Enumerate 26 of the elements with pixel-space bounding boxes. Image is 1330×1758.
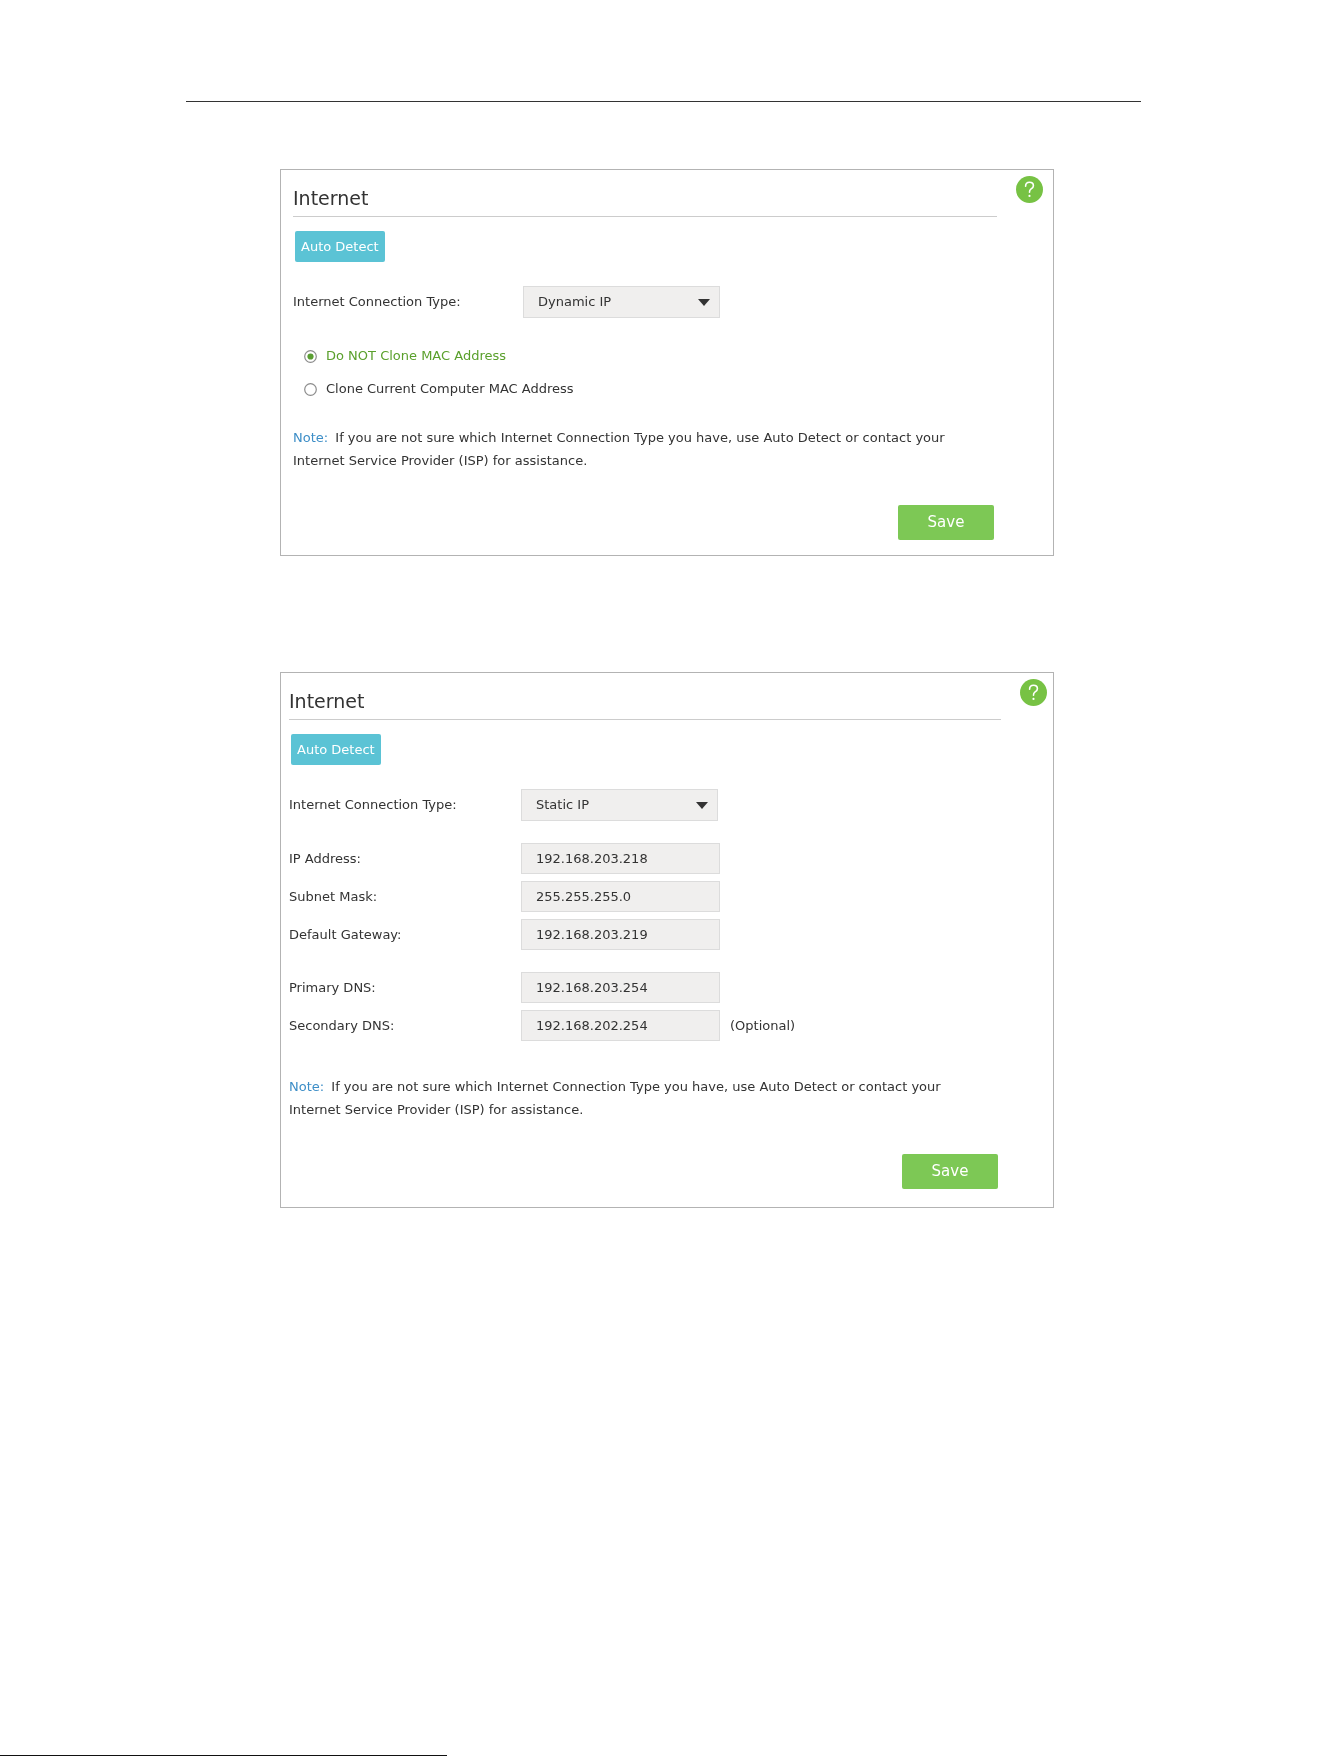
field-label: IP Address: xyxy=(289,849,362,868)
field-label: Subnet Mask: xyxy=(289,887,379,906)
input-field[interactable]: 192.168.203.254 xyxy=(521,972,720,1003)
connection-type-dropdown[interactable]: Static IP xyxy=(521,789,718,821)
caret-icon xyxy=(698,298,710,306)
field-label: Primary DNS: xyxy=(289,978,377,997)
field-label: Secondary DNS: xyxy=(289,1016,396,1035)
panel-title: Internet xyxy=(289,689,365,713)
field-label: Default Gateway: xyxy=(289,925,403,944)
radio-button[interactable] xyxy=(304,382,317,396)
connection-type-dropdown[interactable]: Dynamic IP xyxy=(523,286,720,318)
radio-button[interactable] xyxy=(304,349,317,363)
input-field[interactable]: 192.168.203.219 xyxy=(521,919,720,950)
field-label: Internet Connection Type: xyxy=(293,293,462,312)
field-label: Internet Connection Type: xyxy=(289,796,458,815)
input-field[interactable]: 192.168.202.254 xyxy=(521,1010,720,1041)
help-icon[interactable] xyxy=(1016,176,1043,203)
option-label[interactable]: Clone Current Computer MAC Address xyxy=(326,379,574,399)
note-text: Note: If you are not sure which Internet Connection Type you have, use Auto Detect or contact your Internet Service Provider (ISP) for assistance. xyxy=(293,429,946,470)
input-field[interactable]: 255.255.255.0 xyxy=(521,881,720,912)
help-icon[interactable] xyxy=(1020,679,1047,706)
panel-title: Internet xyxy=(293,186,369,210)
note-text: Note: If you are not sure which Internet Connection Type you have, use Auto Detect or contact your Internet Service Provider (ISP) for assistance. xyxy=(289,1078,942,1119)
optional-hint: (Optional) xyxy=(730,1016,796,1035)
input-field[interactable]: 192.168.203.218 xyxy=(521,843,720,874)
caret-icon xyxy=(696,801,708,809)
